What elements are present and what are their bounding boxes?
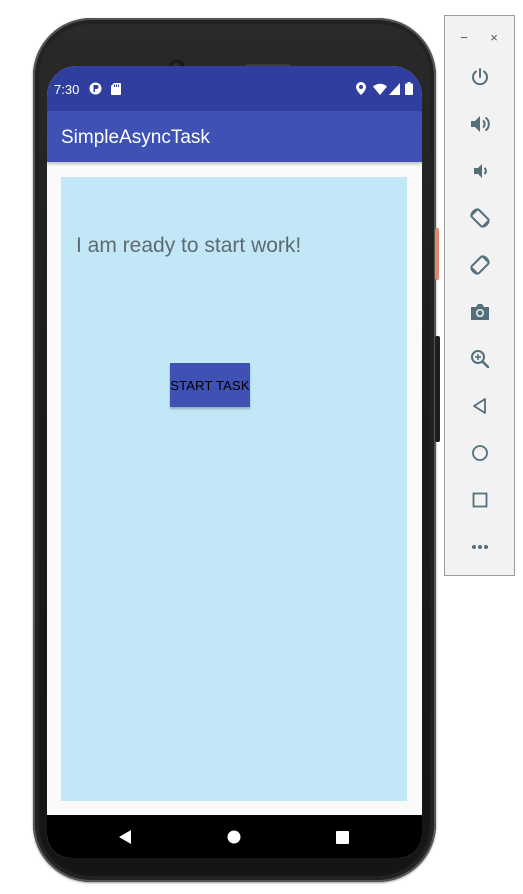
emulator-toolbar: − ×: [444, 15, 515, 576]
camera-icon[interactable]: [467, 299, 493, 325]
close-icon[interactable]: ×: [486, 29, 502, 45]
data-saver-icon: [89, 82, 102, 95]
power-side-button: [435, 228, 439, 280]
sd-card-icon: [111, 82, 121, 95]
rotate-left-icon[interactable]: [467, 205, 493, 231]
rotate-right-icon[interactable]: [467, 252, 493, 278]
main-content: I am ready to start work! START TASK: [61, 177, 407, 801]
app-bar: SimpleAsyncTask: [47, 111, 422, 162]
app-title: SimpleAsyncTask: [61, 127, 210, 148]
battery-icon: [405, 82, 413, 95]
more-icon[interactable]: [467, 534, 493, 560]
device-screen: 7:30 SimpleAsyncTask I am ready to start…: [47, 66, 422, 858]
home-icon[interactable]: [222, 825, 246, 849]
overview-icon[interactable]: [467, 487, 493, 513]
zoom-icon[interactable]: [467, 346, 493, 372]
minimize-icon[interactable]: −: [456, 29, 472, 45]
volume-side-button: [435, 336, 440, 442]
back-icon[interactable]: [467, 393, 493, 419]
status-message: I am ready to start work!: [76, 234, 302, 257]
status-time: 7:30: [54, 82, 80, 97]
recents-icon[interactable]: [330, 825, 354, 849]
start-task-button[interactable]: START TASK: [170, 363, 250, 407]
power-icon[interactable]: [467, 64, 493, 90]
home-icon[interactable]: [467, 440, 493, 466]
back-icon[interactable]: [113, 825, 137, 849]
signal-icon: [389, 82, 400, 95]
location-icon: [356, 82, 366, 95]
wifi-icon: [373, 82, 387, 95]
volume-up-icon[interactable]: [467, 111, 493, 137]
status-bar: 7:30: [47, 66, 422, 111]
volume-down-icon[interactable]: [467, 158, 493, 184]
navigation-bar: [47, 815, 422, 858]
